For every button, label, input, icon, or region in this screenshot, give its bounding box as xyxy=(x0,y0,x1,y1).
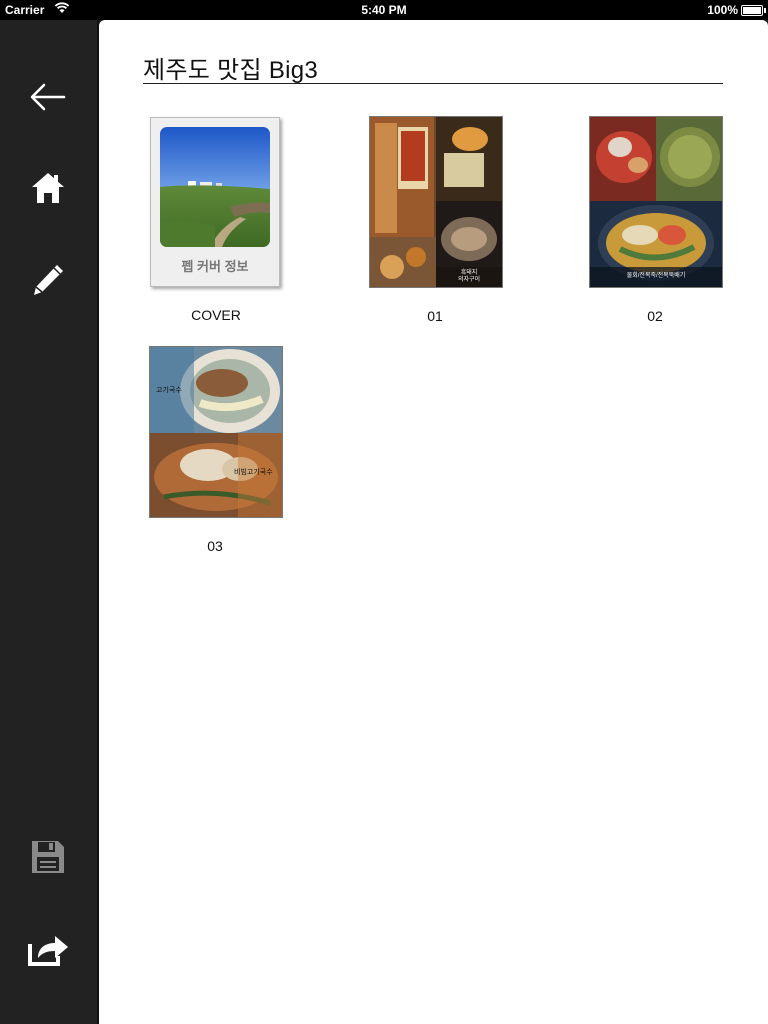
page-overlay-text: 물회/전복죽/전복뚝배기 xyxy=(626,273,686,279)
share-button[interactable] xyxy=(18,923,78,975)
page-image: 고기국수 비빔고기국수 xyxy=(149,346,283,518)
cover-caption: 펩 커버 정보 xyxy=(181,259,249,274)
page-overlay-text: 흑돼지 의자구이 xyxy=(457,270,481,283)
cover-card: 펩 커버 정보 xyxy=(150,117,280,287)
content-panel: 제주도 맛집 Big3 펩 커버 정보 COVER 흑돼지 의자구이 01 물회… xyxy=(99,20,768,1024)
home-button[interactable] xyxy=(18,162,78,214)
page-image: 흑돼지 의자구이 xyxy=(369,116,503,288)
page-thumb-cover[interactable]: 펩 커버 정보 COVER xyxy=(150,117,284,323)
page-overlay-text-top: 고기국수 xyxy=(156,387,182,394)
page-overlay-text-bottom: 비빔고기국수 xyxy=(234,469,273,476)
share-icon xyxy=(28,936,68,966)
page-thumb-03[interactable]: 고기국수 비빔고기국수 03 xyxy=(149,346,283,554)
back-button[interactable] xyxy=(18,71,78,123)
page-label: COVER xyxy=(191,307,241,323)
page-label: 01 xyxy=(427,308,443,324)
pencil-icon xyxy=(34,265,63,295)
page-image: 물회/전복죽/전복뚝배기 xyxy=(589,116,723,288)
sidebar xyxy=(0,20,99,1024)
page-label: 03 xyxy=(207,538,223,554)
battery-icon xyxy=(741,5,766,16)
battery-percent: 100% xyxy=(707,3,738,17)
cover-photo xyxy=(160,127,270,247)
status-bar: Carrier 5:40 PM 100% xyxy=(0,0,768,20)
save-icon xyxy=(32,841,64,873)
page-label: 02 xyxy=(647,308,663,324)
back-arrow-icon xyxy=(30,83,66,111)
edit-button[interactable] xyxy=(18,254,78,306)
page-thumb-02[interactable]: 물회/전복죽/전복뚝배기 02 xyxy=(589,116,723,324)
title-divider xyxy=(143,83,723,84)
clock: 5:40 PM xyxy=(361,3,407,17)
page-thumb-01[interactable]: 흑돼지 의자구이 01 xyxy=(369,116,503,324)
save-button[interactable] xyxy=(18,831,78,883)
page-title: 제주도 맛집 Big3 xyxy=(143,57,319,84)
home-icon xyxy=(32,173,64,203)
